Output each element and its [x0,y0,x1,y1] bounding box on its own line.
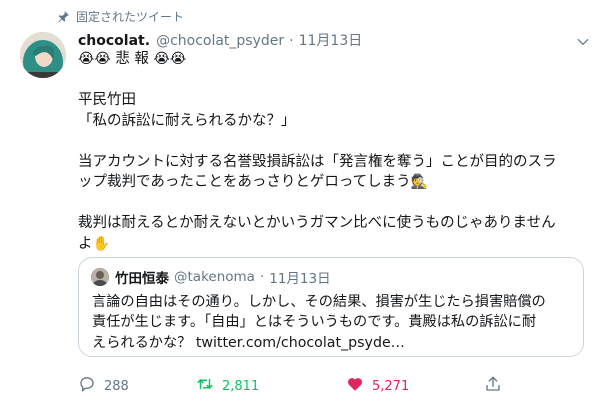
share-button[interactable] [484,375,510,397]
author-handle[interactable]: @chocolat_psyder [156,33,284,49]
quoted-line-1: 言論の自由はその通り。しかし、その結果、損害が生じたら損害賠償の [92,294,546,310]
tweet-line-5-text: ップ裁判であったことをあっさりとゲロってしまう [78,174,411,190]
quoted-author-name: 竹田恒泰 [115,271,169,287]
heart-icon [346,375,372,397]
tweet-line-1: 😭😭 悲 報 😭😭 [78,49,582,70]
retweet-count: 2,811 [222,378,260,394]
tweet-actions: 288 2,811 5,271 [78,375,508,399]
separator-dot: · [289,33,294,49]
like-button[interactable]: 5,271 [346,375,409,397]
reply-button[interactable]: 288 [78,375,129,397]
tweet-line-7: よ✋ [78,234,582,255]
retweet-button[interactable]: 2,811 [196,375,259,397]
tweet-line-6: 裁判は耐えるとか耐えないとかいうガマン比べに使うものじゃありません [78,215,556,231]
quoted-line-3: えられるかな？ twitter.com/chocolat_psyde… [92,334,405,351]
retweet-icon [196,375,222,397]
crying-emoji: 😭😭 [78,51,111,67]
pinned-indicator: 固定されたツイート [56,8,184,25]
tweet-line-1-text: 悲 報 [110,51,154,67]
author-name[interactable]: chocolat. [78,33,150,49]
quoted-author-handle: @takenoma [174,269,255,285]
tweet-text: 😭😭 悲 報 😭😭 平民竹田 「私の訴訟に耐えられるかな？」 当アカウントに対す… [78,49,582,254]
quoted-date: 11月13日 [269,271,331,287]
raised-hand-emoji: ✋ [92,235,110,252]
pin-icon [56,10,70,24]
tweet-line-2: 平民竹田 [78,92,136,108]
tweet-line-5: ップ裁判であったことをあっさりとゲロってしまう🕵 [78,172,582,193]
tweet-line-3: 「私の訴訟に耐えられるかな？」 [78,112,296,129]
quoted-line-2: 責任が生じます。「自由」とはそういうものです。貴殿は私の訴訟に耐 [92,314,537,331]
quoted-tweet-text: 言論の自由はその通り。しかし、その結果、損害が生じたら損害賠償の 責任が生じます… [92,292,578,353]
reply-count: 288 [104,378,129,394]
detective-emoji: 🕵 [410,174,429,190]
tweet-line-7-text: よ [78,235,93,252]
tweet-line-4: 当アカウントに対する名誉毀損訴訟は「発言権を奪う」ことが目的のスラ [78,153,557,170]
chevron-down-icon[interactable] [576,34,590,48]
pinned-label: 固定されたツイート [76,10,185,24]
crying-emoji: 😭😭 [153,51,187,67]
quoted-avatar [91,268,109,286]
quoted-tweet[interactable]: 竹田恒泰 @takenoma · 11月13日 言論の自由はその通り。しかし、そ… [78,257,584,357]
share-icon [484,375,510,397]
separator-dot: · [259,269,265,285]
tweet-header: chocolat. @chocolat_psyder · 11月13日 [78,30,588,50]
reply-icon [78,375,104,397]
like-count: 5,271 [372,378,410,394]
quoted-tweet-header: 竹田恒泰 @takenoma · 11月13日 [91,267,331,287]
avatar[interactable] [20,32,66,78]
tweet-date[interactable]: 11月13日 [299,30,363,50]
